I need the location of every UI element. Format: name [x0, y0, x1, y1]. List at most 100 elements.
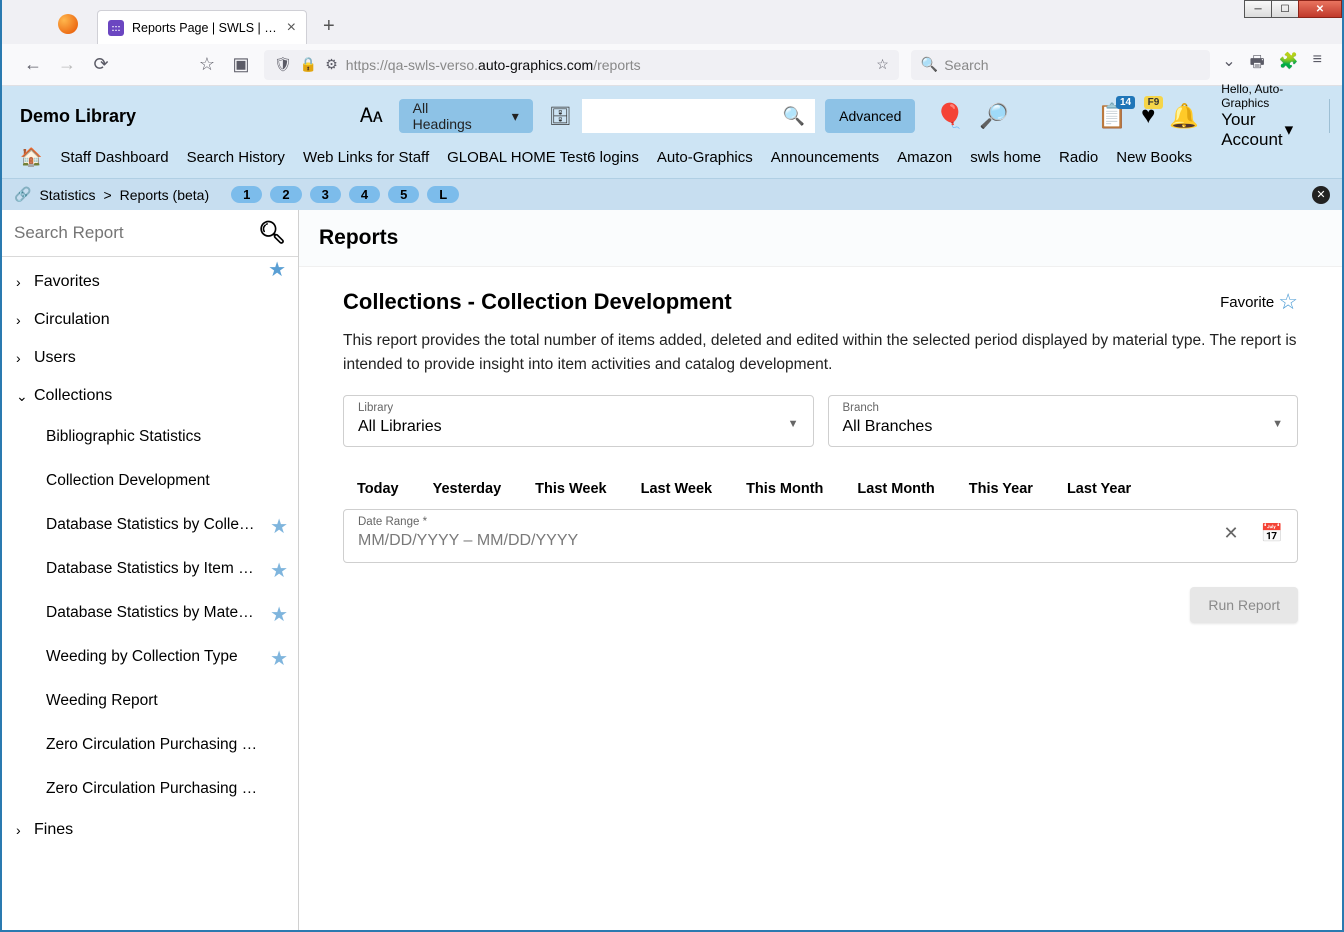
sidebar-item-label: Collections	[34, 387, 112, 405]
notifications-bell-icon[interactable]: 🔔	[1169, 102, 1199, 131]
your-account-menu[interactable]: Your Account▾	[1221, 110, 1293, 150]
chip-today[interactable]: Today	[357, 481, 399, 497]
preset-pill[interactable]: 1	[231, 186, 262, 203]
chip-this-year[interactable]: This Year	[969, 481, 1033, 497]
run-report-button[interactable]: Run Report	[1190, 587, 1298, 623]
sidebar-sub-weeding-collection[interactable]: Weeding by Collection Type★	[36, 635, 298, 679]
preset-pill[interactable]: 2	[270, 186, 301, 203]
chevron-down-icon: ⌄	[16, 388, 34, 405]
chevron-down-icon: ▼	[1272, 418, 1283, 430]
shield-icon[interactable]: 🛡	[274, 56, 292, 73]
menu-amazon[interactable]: Amazon	[897, 149, 952, 166]
print-icon[interactable]: 🖶	[1250, 51, 1265, 78]
chip-last-week[interactable]: Last Week	[641, 481, 712, 497]
menu-swls-home[interactable]: swls home	[970, 149, 1041, 166]
chip-this-month[interactable]: This Month	[746, 481, 823, 497]
category-list[interactable]: › Favorites ★ › Circulation › Users ⌄ Co…	[2, 257, 298, 930]
report-description: This report provides the total number of…	[343, 329, 1298, 377]
sidebar-item-favorites[interactable]: › Favorites ★	[2, 263, 298, 301]
menu-radio[interactable]: Radio	[1059, 149, 1098, 166]
bookmark-star-icon[interactable]: ☆	[196, 54, 218, 75]
sidebar-item-label: Circulation	[34, 311, 110, 329]
menu-search-history[interactable]: Search History	[187, 149, 285, 166]
catalog-search-field[interactable]: 🔍	[582, 99, 815, 133]
library-select[interactable]: Library All Libraries ▼	[343, 395, 814, 447]
sidebar-sub-collection-dev[interactable]: Collection Development	[36, 459, 298, 503]
chip-yesterday[interactable]: Yesterday	[433, 481, 502, 497]
menu-staff-dashboard[interactable]: Staff Dashboard	[60, 149, 168, 166]
lists-icon[interactable]: 📋14	[1097, 102, 1127, 131]
browser-toolbar: ← → ⟳ ☆ ▣ 🛡 🔒 ⚙ https://qa-swls-verso.au…	[2, 44, 1342, 86]
search-scope-select[interactable]: All Headings ▾	[399, 99, 533, 133]
sidebar-search-row: 🔍︎	[2, 210, 298, 257]
favorite-toggle[interactable]: Favorite ☆	[1220, 289, 1298, 315]
hamburger-menu-icon[interactable]: ≡	[1313, 51, 1322, 78]
home-icon[interactable]: 🏠	[20, 147, 42, 168]
sidebar-item-users[interactable]: › Users	[2, 339, 298, 377]
menu-announcements[interactable]: Announcements	[771, 149, 879, 166]
clear-icon[interactable]: ✕	[1223, 523, 1238, 544]
review-icon[interactable]: 🔎	[979, 102, 1009, 131]
close-icon[interactable]: ✕	[1312, 186, 1330, 204]
sidebar-item-collections[interactable]: ⌄ Collections	[2, 377, 298, 415]
window-maximize-button[interactable]	[1271, 0, 1299, 18]
breadcrumb-reports[interactable]: Reports (beta)	[120, 187, 209, 203]
lists-badge: 14	[1116, 96, 1135, 109]
nav-forward-button[interactable]: →	[56, 54, 78, 75]
menu-global-home[interactable]: GLOBAL HOME Test6 logins	[447, 149, 639, 166]
lock-icon[interactable]: 🔒	[300, 56, 317, 73]
menu-auto-graphics[interactable]: Auto-Graphics	[657, 149, 753, 166]
sidebar-sub-weeding-report[interactable]: Weeding Report	[36, 679, 298, 723]
browser-tab-title: Reports Page | SWLS | SWLS | A…	[132, 21, 281, 35]
date-range-field[interactable]: Date Range * MM/DD/YYYY – MM/DD/YYYY ✕ 📅	[343, 509, 1298, 563]
sidebar-search-input[interactable]	[14, 223, 258, 243]
preset-pill[interactable]: 4	[349, 186, 380, 203]
firefox-logo-icon	[58, 14, 78, 34]
calendar-icon[interactable]: 📅	[1261, 523, 1283, 544]
app-header: Demo Library 🗛 All Headings ▾ 🗄 🔍 Advanc…	[2, 86, 1342, 178]
tab-close-icon[interactable]: ×	[287, 19, 296, 37]
sidebar-sub-dbstats-item[interactable]: Database Statistics by Item Except…★	[36, 547, 298, 591]
chip-this-week[interactable]: This Week	[535, 481, 606, 497]
sidebar-item-circulation[interactable]: › Circulation	[2, 301, 298, 339]
star-icon: ★	[270, 602, 288, 627]
balloon-icon[interactable]: 🎈	[935, 102, 965, 131]
sidebar-sub-bibliographic[interactable]: Bibliographic Statistics	[36, 415, 298, 459]
sidebar-sub-zero-circ-collect[interactable]: Zero Circulation Purchasing by Collect…	[36, 723, 298, 767]
logout-link[interactable]: Logout	[1329, 99, 1344, 133]
database-icon[interactable]: 🗄	[549, 106, 572, 127]
search-icon[interactable]: 🔍︎	[258, 220, 286, 246]
chip-last-year[interactable]: Last Year	[1067, 481, 1131, 497]
breadcrumb-statistics[interactable]: Statistics	[39, 187, 95, 203]
window-minimize-button[interactable]	[1244, 0, 1272, 18]
window-close-button[interactable]	[1298, 0, 1342, 18]
extension-box-icon[interactable]: ▣	[230, 54, 252, 75]
sidebar-item-fines[interactable]: › Fines	[2, 811, 298, 849]
browser-tab-active[interactable]: ::: Reports Page | SWLS | SWLS | A… ×	[97, 10, 307, 44]
menu-new-books[interactable]: New Books	[1116, 149, 1192, 166]
preset-pill[interactable]: 5	[388, 186, 419, 203]
catalog-search-input[interactable]	[582, 99, 783, 133]
sidebar-sub-dbstats-material[interactable]: Database Statistics by Material Ty…★	[36, 591, 298, 635]
branch-select[interactable]: Branch All Branches ▼	[828, 395, 1299, 447]
page-bookmark-icon[interactable]: ☆	[876, 56, 889, 73]
url-field[interactable]: 🛡 🔒 ⚙ https://qa-swls-verso.auto-graphic…	[264, 50, 899, 80]
advanced-search-button[interactable]: Advanced	[825, 99, 915, 133]
browser-search-box[interactable]: 🔍 Search	[911, 50, 1210, 80]
new-tab-button[interactable]: +	[315, 11, 343, 42]
search-icon[interactable]: 🔍	[783, 106, 805, 127]
language-icon[interactable]: 🗛	[360, 105, 383, 128]
favorites-heart-icon[interactable]: ♥F9	[1141, 102, 1155, 130]
preset-pill[interactable]: 3	[310, 186, 341, 203]
nav-back-button[interactable]: ←	[22, 54, 44, 75]
nav-reload-button[interactable]: ⟳	[90, 54, 112, 75]
sidebar-sub-zero-circ-material[interactable]: Zero Circulation Purchasing by Materi…	[36, 767, 298, 811]
permissions-icon[interactable]: ⚙	[325, 56, 338, 73]
sidebar-sub-dbstats-collection[interactable]: Database Statistics by Collection …★	[36, 503, 298, 547]
pocket-icon[interactable]: ⌄	[1222, 51, 1235, 78]
extensions-icon[interactable]: 🧩	[1279, 51, 1299, 78]
date-range-label: Date Range *	[358, 516, 1223, 528]
preset-pill[interactable]: L	[427, 186, 459, 203]
chip-last-month[interactable]: Last Month	[857, 481, 934, 497]
menu-web-links[interactable]: Web Links for Staff	[303, 149, 429, 166]
